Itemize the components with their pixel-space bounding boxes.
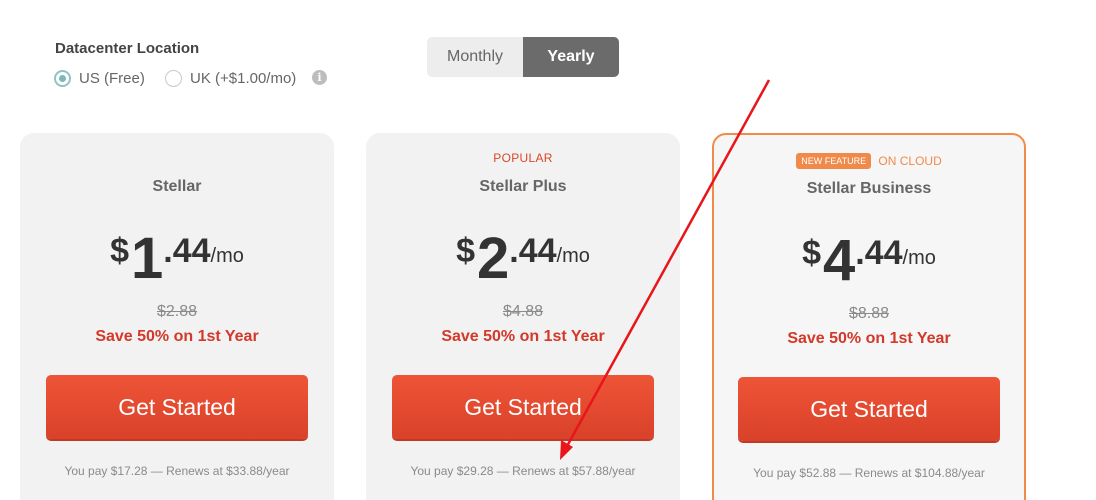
save-text: Save 50% on 1st Year: [787, 330, 951, 347]
datacenter-location: Datacenter Location US (Free) UK (+$1.00…: [54, 40, 327, 87]
plan-name: Stellar Business: [806, 180, 932, 197]
radio-us-label[interactable]: US (Free): [79, 70, 145, 87]
get-started-button[interactable]: Get Started: [46, 375, 308, 439]
renew-text: You pay $17.28 — Renews at $33.88/year: [64, 464, 290, 478]
price-cents: .44: [509, 232, 557, 270]
toggle-yearly[interactable]: Yearly: [523, 37, 619, 77]
price-cents: .44: [163, 232, 211, 270]
old-price: $8.88: [848, 305, 890, 322]
billing-toggle: Monthly Yearly: [427, 37, 619, 77]
radio-us-circle[interactable]: [54, 70, 71, 87]
price-currency: $: [802, 234, 822, 272]
plan-name: Stellar: [152, 178, 202, 195]
price-cents: .44: [855, 234, 903, 272]
plan-name: Stellar Plus: [479, 178, 567, 195]
price-currency: $: [456, 232, 476, 270]
new-feature-badge: NEW FEATURE: [796, 153, 872, 169]
plan-price: $1.44/mo: [20, 225, 334, 292]
plan-card-stellar-plus: POPULAR Stellar Plus $2.44/mo $4.88 Save…: [366, 133, 680, 500]
price-period: /mo: [210, 245, 244, 267]
plan-price: $2.44/mo: [366, 225, 680, 292]
old-price: $2.88: [156, 303, 198, 320]
plan-card-stellar: Stellar $1.44/mo $2.88 Save 50% on 1st Y…: [20, 133, 334, 500]
popular-badge: POPULAR: [493, 151, 553, 165]
plan-price: $4.44/mo: [714, 227, 1024, 294]
price-whole: 4: [823, 228, 856, 293]
price-whole: 2: [477, 226, 510, 291]
plan-card-stellar-business: NEW FEATURE ON CLOUD Stellar Business $4…: [712, 133, 1026, 500]
save-text: Save 50% on 1st Year: [441, 328, 605, 345]
radio-us[interactable]: US (Free): [54, 70, 145, 87]
info-icon[interactable]: i: [312, 70, 327, 85]
badge-row: NEW FEATURE ON CLOUD: [714, 153, 1024, 169]
datacenter-options: US (Free) UK (+$1.00/mo) i: [54, 70, 344, 92]
on-cloud-badge: ON CLOUD: [878, 154, 942, 168]
renew-text: You pay $52.88 — Renews at $104.88/year: [753, 466, 985, 480]
save-text: Save 50% on 1st Year: [95, 328, 259, 345]
price-whole: 1: [131, 226, 164, 291]
radio-uk-label[interactable]: UK (+$1.00/mo): [190, 70, 296, 87]
old-price: $4.88: [502, 303, 544, 320]
toggle-monthly[interactable]: Monthly: [427, 37, 523, 77]
renew-text: You pay $29.28 — Renews at $57.88/year: [410, 464, 636, 478]
get-started-button[interactable]: Get Started: [392, 375, 654, 439]
datacenter-title: Datacenter Location: [55, 40, 200, 57]
get-started-button[interactable]: Get Started: [738, 377, 1000, 441]
radio-uk-circle[interactable]: [165, 70, 182, 87]
price-currency: $: [110, 232, 130, 270]
price-period: /mo: [902, 247, 936, 269]
radio-uk[interactable]: UK (+$1.00/mo): [165, 70, 296, 87]
price-period: /mo: [556, 245, 590, 267]
badge-row: POPULAR: [366, 151, 680, 165]
